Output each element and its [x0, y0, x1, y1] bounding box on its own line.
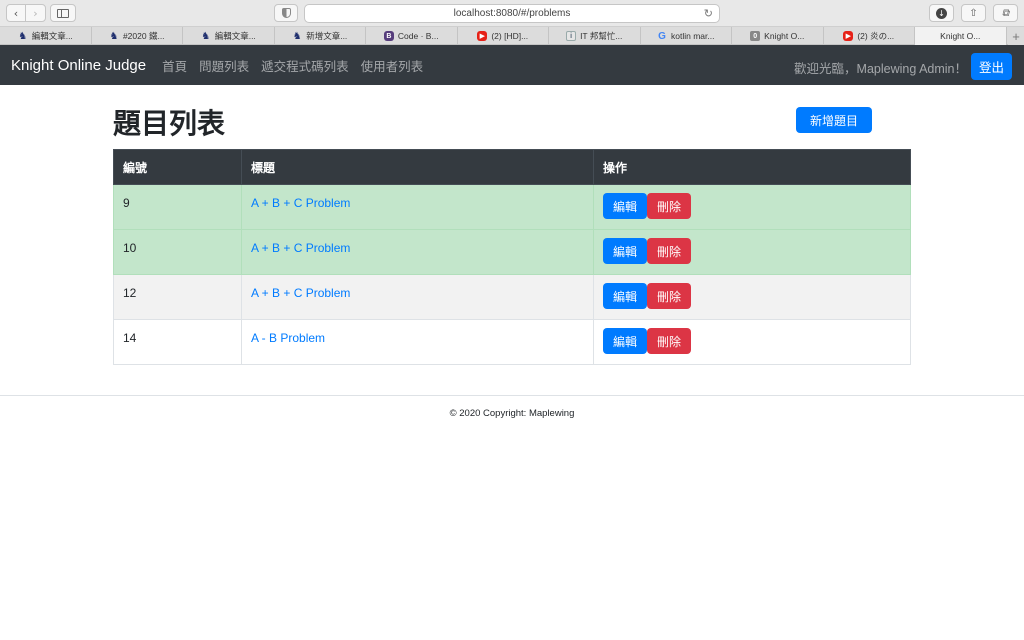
browser-tab[interactable]: ▶ (2) [HD]...	[458, 27, 549, 45]
share-icon: ⇧	[969, 7, 978, 19]
tab-label: Code · B...	[397, 31, 439, 41]
nav-links: 首頁 問題列表 遞交程式碼列表 使用者列表	[162, 56, 423, 75]
tab-label: IT 邦幫忙...	[580, 31, 623, 41]
tab-label: Knight O...	[764, 31, 805, 41]
main-content: 題目列表 新增題目 編號 標題 操作 9 A + B + C Problem 編…	[113, 100, 911, 365]
footer-copyright: © 2020 Copyright: Maplewing	[449, 408, 575, 419]
welcome-text: 歡迎光臨，Maplewing Admin！	[794, 62, 967, 76]
toolbar-actions: ↓ ⇧ ⧉	[929, 4, 1018, 22]
tab-label: #2020 鐵...	[122, 31, 165, 41]
privacy-report-button[interactable]	[274, 4, 298, 22]
problem-id: 9	[113, 184, 242, 230]
knight-icon: ♞	[18, 30, 28, 42]
shield-icon	[281, 8, 291, 18]
delete-button[interactable]: 刪除	[647, 193, 692, 219]
ithelp-icon: i	[566, 31, 577, 41]
back-icon[interactable]: ‹	[7, 5, 26, 21]
nav-link-users[interactable]: 使用者列表	[361, 56, 424, 75]
brand-link[interactable]: Knight Online Judge	[11, 57, 146, 74]
browser-tab[interactable]: ♞ 新增文章...	[275, 27, 366, 45]
logout-button[interactable]: 登出	[970, 53, 1012, 80]
browser-tab[interactable]: ♞ 編輯文章...	[183, 27, 275, 45]
table-row: 10 A + B + C Problem 編輯 刪除	[113, 229, 911, 275]
tab-overview-button[interactable]: ⧉	[993, 4, 1018, 22]
google-icon: G	[658, 30, 666, 42]
knight-oj-icon: 0	[750, 31, 761, 41]
tabs-icon: ⧉	[1001, 7, 1010, 19]
column-header-actions: 操作	[593, 149, 911, 185]
tab-label: (2) 炎の...	[857, 31, 895, 41]
reload-icon[interactable]: ↻	[704, 7, 713, 20]
tab-label: Knight O...	[940, 31, 981, 41]
tab-label: (2) [HD]...	[491, 31, 529, 41]
browser-tab[interactable]: i IT 邦幫忙...	[549, 27, 641, 45]
tab-label: kotlin mar...	[671, 31, 715, 41]
problem-title-link[interactable]: A + B + C Problem	[251, 286, 350, 300]
problem-title-link[interactable]: A + B + C Problem	[251, 196, 350, 210]
browser-tab[interactable]: 0 Knight O...	[732, 27, 824, 45]
url-text: localhost:8080/#/problems	[453, 8, 571, 19]
sidebar-icon	[57, 8, 69, 18]
downloads-button[interactable]: ↓	[929, 4, 954, 22]
edit-button[interactable]: 編輯	[603, 193, 648, 219]
nav-link-problems[interactable]: 問題列表	[199, 56, 249, 75]
address-bar[interactable]: localhost:8080/#/problems ↻	[304, 4, 720, 23]
column-header-title: 標題	[241, 149, 594, 185]
knight-icon: ♞	[201, 30, 211, 42]
browser-tab[interactable]: ♞ 編輯文章...	[0, 27, 92, 45]
forward-icon[interactable]: ›	[26, 5, 45, 21]
bootstrap-icon: B	[383, 31, 394, 41]
delete-button[interactable]: 刪除	[647, 328, 692, 354]
browser-tab[interactable]: Gkotlin mar...	[641, 27, 732, 45]
edit-button[interactable]: 編輯	[603, 238, 648, 264]
table-row: 12 A + B + C Problem 編輯 刪除	[113, 274, 911, 320]
delete-button[interactable]: 刪除	[647, 238, 692, 264]
youtube-icon: ▶	[477, 31, 488, 41]
footer-divider	[0, 395, 1024, 396]
table-header-row: 編號 標題 操作	[113, 149, 911, 185]
table-row: 14 A - B Problem 編輯 刪除	[113, 319, 911, 365]
tab-label: 編輯文章...	[31, 31, 73, 41]
browser-toolbar: ‹ › localhost:8080/#/problems ↻ ↓ ⇧ ⧉	[0, 0, 1024, 27]
knight-icon: ♞	[292, 30, 302, 42]
knight-icon: ♞	[109, 30, 119, 42]
new-tab-button[interactable]: +	[1008, 27, 1024, 45]
tab-bar: ♞ 編輯文章... ♞ #2020 鐵... ♞ 編輯文章... ♞ 新增文章... B Code…	[0, 27, 1024, 45]
browser-tab[interactable]: B Code · B...	[366, 27, 458, 45]
tab-label: 新增文章...	[306, 31, 348, 41]
browser-tab[interactable]: Knight O...	[915, 27, 1007, 45]
problems-table: 編號 標題 操作 9 A + B + C Problem 編輯 刪除 10 A +…	[113, 149, 911, 365]
delete-button[interactable]: 刪除	[647, 283, 692, 309]
problem-id: 14	[113, 319, 242, 365]
edit-button[interactable]: 編輯	[603, 283, 648, 309]
problem-title-link[interactable]: A + B + C Problem	[251, 241, 350, 255]
tab-label: 編輯文章...	[214, 31, 256, 41]
column-header-id: 編號	[113, 149, 242, 185]
youtube-icon: ▶	[843, 31, 854, 41]
share-button[interactable]: ⇧	[961, 4, 986, 22]
edit-button[interactable]: 編輯	[603, 328, 648, 354]
page-title: 題目列表	[113, 108, 226, 139]
problem-title-link[interactable]: A - B Problem	[251, 331, 325, 345]
browser-tab[interactable]: ♞ #2020 鐵...	[92, 27, 183, 45]
add-problem-button[interactable]: 新增題目	[796, 107, 873, 133]
nav-link-submissions[interactable]: 遞交程式碼列表	[261, 56, 349, 75]
browser-tab[interactable]: ▶ (2) 炎の...	[824, 27, 915, 45]
problem-id: 12	[113, 274, 242, 320]
app-navbar: Knight Online Judge 首頁 問題列表 遞交程式碼列表 使用者列…	[0, 45, 1024, 85]
download-icon: ↓	[936, 7, 947, 19]
problem-id: 10	[113, 229, 242, 275]
table-row: 9 A + B + C Problem 編輯 刪除	[113, 184, 911, 230]
nav-link-home[interactable]: 首頁	[162, 56, 187, 75]
history-nav: ‹ ›	[6, 4, 46, 22]
sidebar-toggle-button[interactable]	[50, 4, 76, 22]
